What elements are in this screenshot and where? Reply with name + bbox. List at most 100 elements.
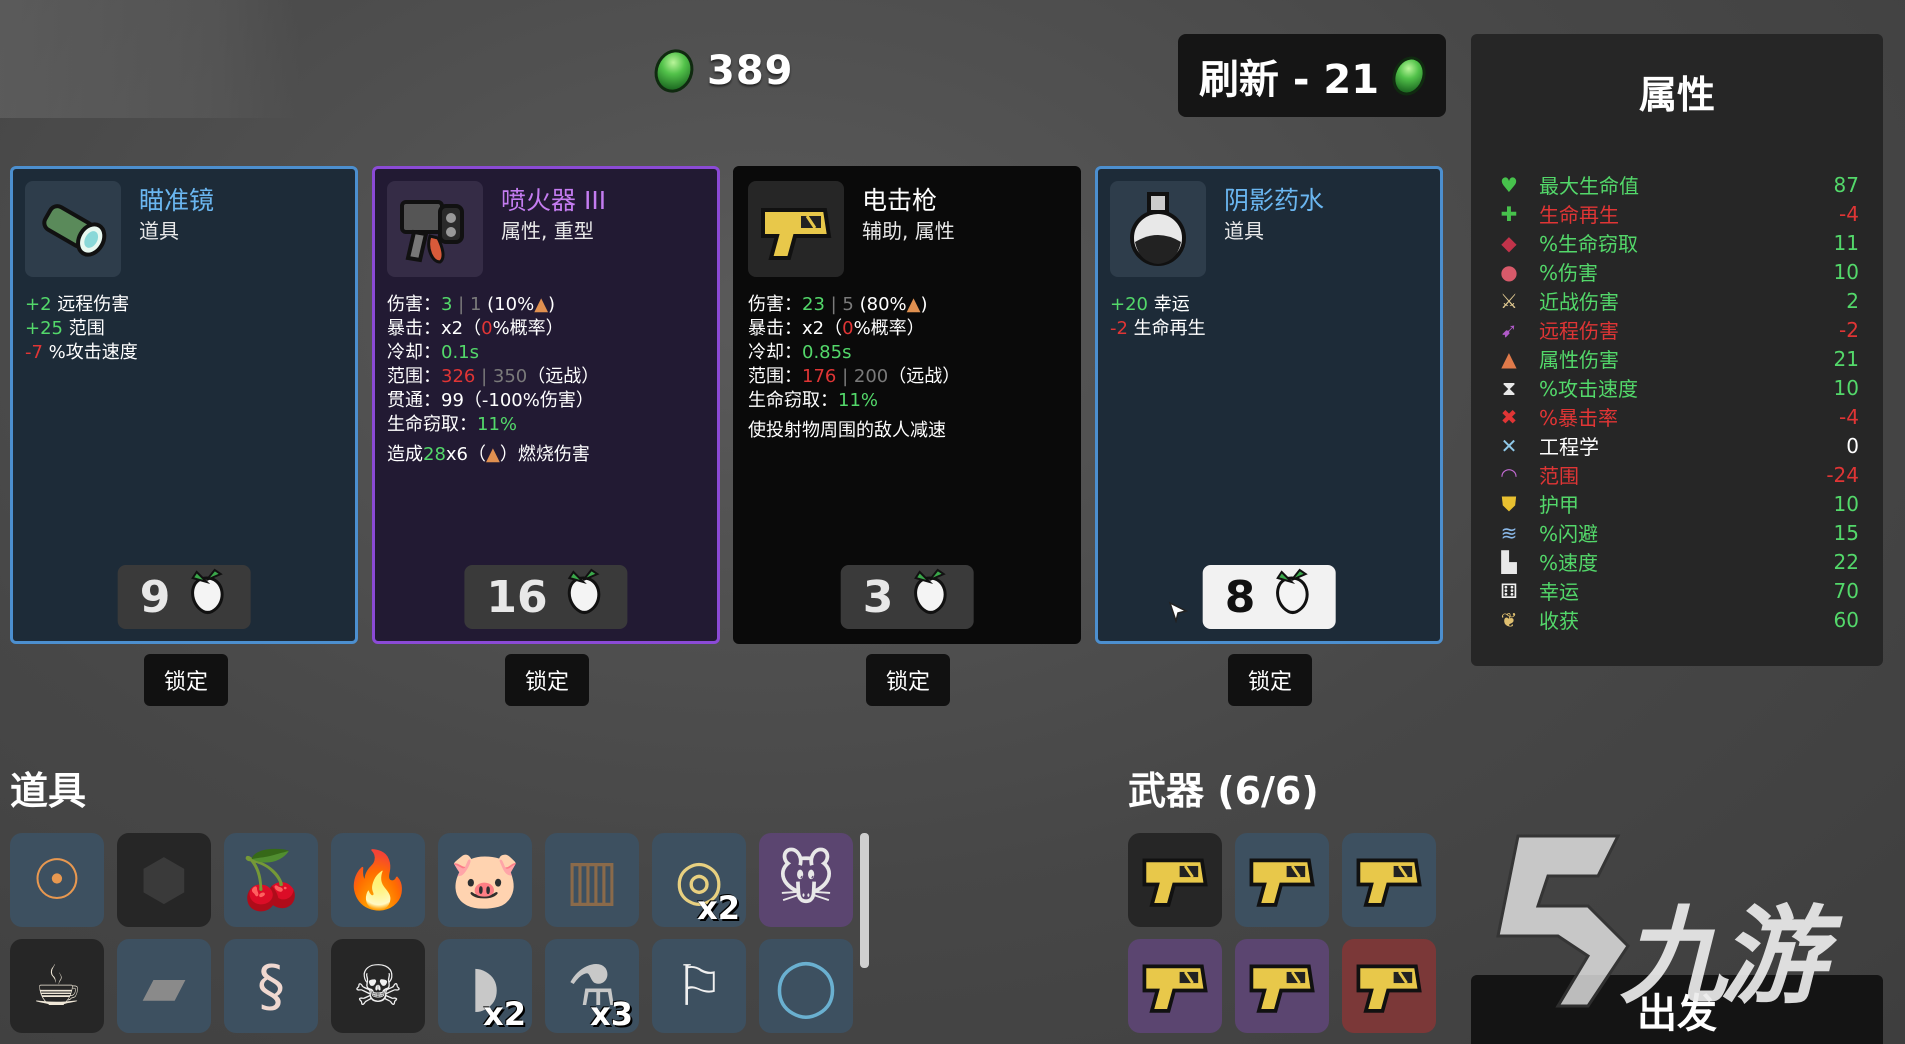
stat-value: 15 (1833, 520, 1859, 545)
materials-count: 389 (707, 48, 794, 94)
stat-row: ✚ 生命再生 -4 (1495, 199, 1859, 228)
flame-icon: ▲ (486, 444, 500, 465)
weapon-slot[interactable] (1235, 833, 1329, 927)
stat-row: ▙ %速度 22 (1495, 547, 1859, 576)
stat-name: 范围 (1539, 464, 1579, 488)
stat-row: ➹ 远程伤害 -2 (1495, 315, 1859, 344)
stat-name: 幸运 (1539, 580, 1579, 604)
stat-row: ⚅ 幸运 70 (1495, 576, 1859, 605)
price-value: 3 (862, 571, 894, 623)
flame-icon: ▲ (534, 294, 549, 315)
weapon-slot[interactable] (1128, 939, 1222, 1033)
shop-card-flamethrower[interactable]: 喷火器 III 属性, 重型 伤害：3 | 1 (10%▲) 暴击：x2（0%概… (372, 166, 720, 644)
stat-value: -4 (1839, 201, 1859, 226)
background-patch (0, 0, 300, 118)
lock-button[interactable]: 锁定 (866, 654, 950, 706)
material-gem-icon (1386, 50, 1432, 101)
price-value: 16 (486, 571, 548, 623)
dice-icon: ⚅ (1500, 578, 1518, 603)
weapon-stats: 伤害：23 | 5 (80%▲) 暴击：x2（0%概率） 冷却：0.85s 范围… (748, 293, 1070, 443)
stat-damage: 伤害：23 | 5 (80%▲) (748, 294, 928, 315)
shop-card-shadow-potion[interactable]: 阴影药水 道具 +20 幸运 -2 生命再生 8 (1095, 166, 1443, 644)
item-slot[interactable]: § (224, 939, 318, 1033)
stat-row: ✕ 工程学 0 (1495, 431, 1859, 460)
wheat-icon: ❦ (1500, 607, 1518, 632)
lock-button[interactable]: 锁定 (1228, 654, 1312, 706)
item-slot[interactable]: 🔥 (331, 833, 425, 927)
materials-counter: 389 (648, 43, 794, 99)
buy-button[interactable]: 9 (117, 565, 251, 629)
lock-button[interactable]: 锁定 (144, 654, 228, 706)
item-effects: +20 幸运 -2 生命再生 (1110, 293, 1432, 341)
stat-value: 21 (1833, 346, 1859, 371)
fruit-currency-icon (184, 568, 228, 627)
item-slot[interactable]: ◎ x2 (652, 833, 746, 927)
reroll-button[interactable]: 刷新 - 21 (1178, 34, 1446, 117)
item-slot[interactable]: ☠ (331, 939, 425, 1033)
stat-name: %伤害 (1539, 261, 1599, 285)
item-slot[interactable]: ⬢ (117, 833, 211, 927)
rock-icon: ⬢ (139, 847, 189, 913)
item-slot[interactable]: ◯ (759, 939, 853, 1033)
weapon-slot[interactable] (1342, 939, 1436, 1033)
stats-list: ♥ 最大生命值 87 ✚ 生命再生 -4 ◆ %生命窃取 11 ● %伤害 10 ⚔ 近战伤害 2 ➹ 远程伤害… (1495, 170, 1859, 634)
items-section-title: 道具 (10, 769, 87, 813)
item-slot[interactable]: 🐷 (438, 833, 532, 927)
burn-description: 造成28x6（▲）燃烧伤害 (387, 444, 590, 465)
item-slot[interactable]: ◗ x2 (438, 939, 532, 1033)
stat-name: 属性伤害 (1539, 348, 1619, 372)
weapon-slot[interactable] (1235, 939, 1329, 1033)
stat-lifesteal: 生命窃取：11% (748, 390, 879, 411)
stat-row: ❦ 收获 60 (1495, 605, 1859, 634)
stat-row: ▲ 属性伤害 21 (1495, 344, 1859, 373)
item-slot[interactable]: 🍒 (224, 833, 318, 927)
item-slot[interactable]: ▥ (545, 833, 639, 927)
taser-icon (1351, 946, 1427, 1026)
range-icon: ◠ (1500, 462, 1518, 487)
items-scrollbar[interactable] (860, 833, 869, 968)
material-gem-icon (648, 43, 700, 99)
weapon-slot[interactable] (1128, 833, 1222, 927)
stat-cooldown: 冷却：0.85s (748, 342, 852, 363)
stat-name: %生命窃取 (1539, 232, 1639, 256)
stat-value: -24 (1826, 462, 1859, 487)
weapon-slot[interactable] (1342, 833, 1436, 927)
weapon-stats: 伤害：3 | 1 (10%▲) 暴击：x2（0%概率） 冷却：0.1s 范围：3… (387, 293, 709, 467)
lock-button[interactable]: 锁定 (505, 654, 589, 706)
item-slot[interactable]: 🐭 (759, 833, 853, 927)
crit-icon: ✖ (1500, 404, 1518, 429)
item-slot[interactable]: ☉ (10, 833, 104, 927)
effect-row: +20 幸运 (1110, 294, 1190, 315)
buy-button[interactable]: 16 (464, 565, 628, 629)
stats-panel: 属性 ♥ 最大生命值 87 ✚ 生命再生 -4 ◆ %生命窃取 11 ● %伤害 10 ⚔ 近战伤害 2 ➹ 远… (1471, 34, 1883, 666)
item-slot[interactable]: ☕ (10, 939, 104, 1033)
buy-button[interactable]: 3 (840, 565, 974, 629)
stat-value: 70 (1833, 578, 1859, 603)
shop-card-scope[interactable]: 瞄准镜 道具 +2 远程伤害 +25 范围 -7 %攻击速度 9 (10, 166, 358, 644)
stat-name: 收获 (1539, 609, 1579, 633)
taser-icon (1137, 946, 1213, 1026)
item-slot[interactable]: ⚐ (652, 939, 746, 1033)
buy-button[interactable]: 8 (1202, 565, 1336, 629)
stat-value: 10 (1833, 259, 1859, 284)
stats-panel-title: 属性 (1638, 73, 1715, 117)
stat-row: ✖ %暴击率 -4 (1495, 402, 1859, 431)
bow-icon: ➹ (1500, 317, 1518, 342)
item-slot[interactable]: ⚗ x3 (545, 939, 639, 1033)
heart-icon: ♥ (1500, 172, 1518, 197)
weapons-section-title: 武器 (6/6) (1128, 769, 1319, 813)
bone-icon: ▰ (142, 953, 186, 1019)
taser-icon (1137, 840, 1213, 920)
watermark-text: 九游 (1620, 895, 1826, 1018)
item-effects: +2 远程伤害 +25 范围 -7 %攻击速度 (25, 293, 347, 365)
stat-value: 0 (1846, 433, 1859, 458)
item-slot[interactable]: ▰ (117, 939, 211, 1033)
item-tags: 道具 (1224, 219, 1264, 243)
item-quantity: x2 (697, 889, 740, 927)
stat-cooldown: 冷却：0.1s (387, 342, 480, 363)
taser-icon (748, 181, 844, 277)
stat-row: ⚔ 近战伤害 2 (1495, 286, 1859, 315)
stat-name: 生命再生 (1539, 203, 1619, 227)
shop-card-taser[interactable]: 电击枪 辅助, 属性 伤害：23 | 5 (80%▲) 暴击：x2（0%概率） … (733, 166, 1081, 644)
effect-row: +25 范围 (25, 318, 105, 339)
